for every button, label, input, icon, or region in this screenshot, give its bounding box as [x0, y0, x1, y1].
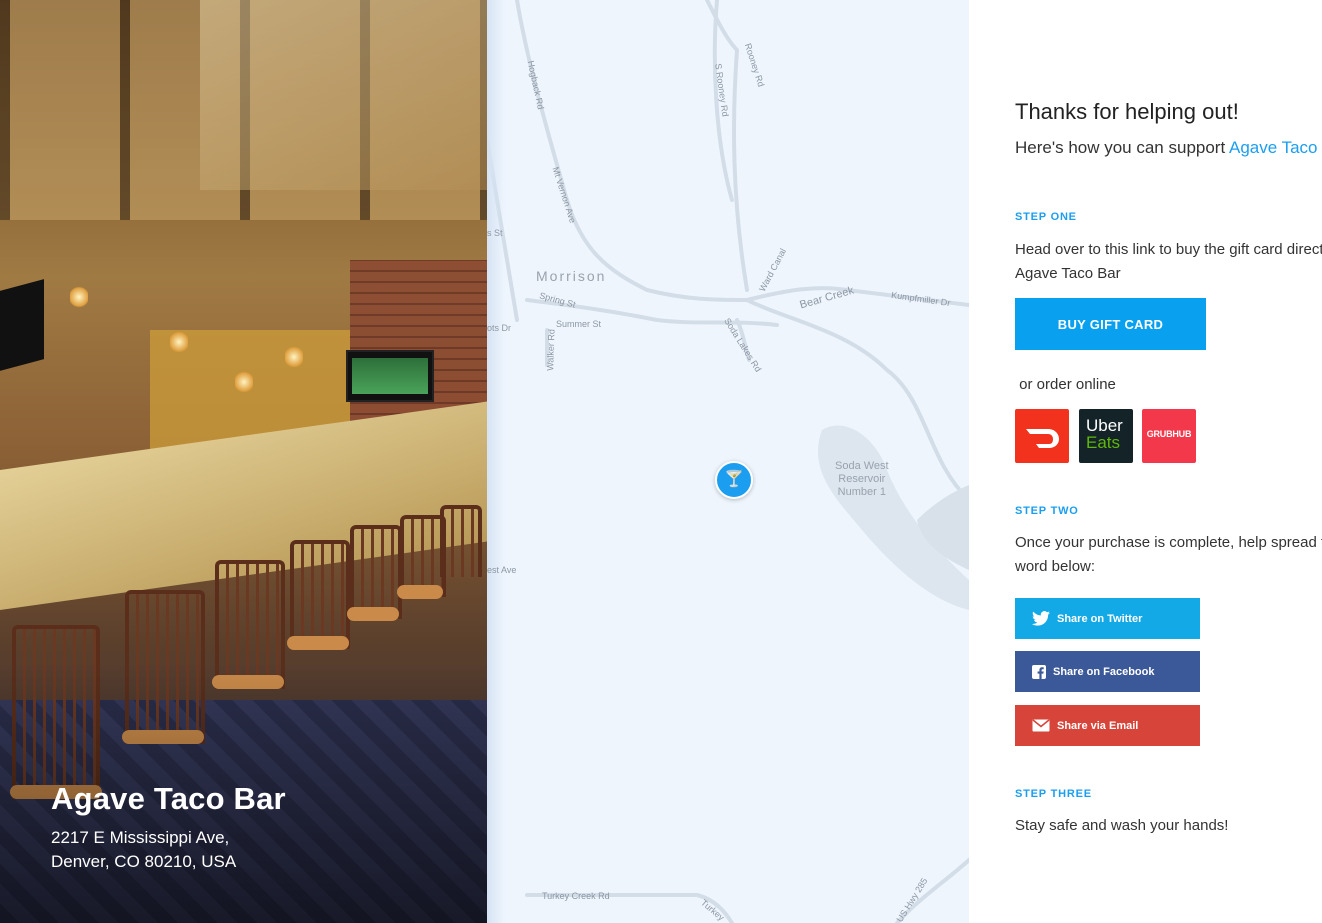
- uber-eats-line2: Eats: [1086, 433, 1121, 452]
- pendant-lamp: [170, 330, 188, 354]
- step-two-text-line1: Once your purchase is complete, help spr…: [1015, 534, 1322, 551]
- buy-gift-card-button[interactable]: BUY GIFT CARD: [1015, 298, 1206, 350]
- venue-photo: Agave Taco Bar 2217 E Mississippi Ave, D…: [0, 0, 487, 923]
- panel-subtitle: Here's how you can support Agave Taco Ba…: [1015, 138, 1322, 158]
- cocktail-glass-icon[interactable]: 🍸: [715, 461, 753, 499]
- map-road-label: ots Dr: [487, 323, 512, 333]
- map-lake-label: Soda West Reservoir Number 1: [835, 460, 889, 498]
- share-facebook-button[interactable]: Share on Facebook: [1015, 651, 1200, 692]
- venue-address-line1: 2217 E Mississippi Ave,: [51, 828, 230, 847]
- uber-eats-button[interactable]: Uber Eats: [1079, 409, 1133, 463]
- step-three-text: Stay safe and wash your hands!: [1015, 817, 1229, 834]
- map-road-label: s St: [487, 228, 503, 238]
- doordash-button[interactable]: [1015, 409, 1069, 463]
- map-town-label: Morrison: [536, 268, 607, 284]
- bar-stool: [290, 540, 350, 649]
- step-one-text: Head over to this link to buy the gift c…: [1015, 241, 1322, 258]
- facebook-icon: [1032, 664, 1046, 679]
- email-icon: [1032, 719, 1050, 732]
- bar-stool: [440, 505, 482, 577]
- step-three-heading: STEP THREE: [1015, 788, 1092, 800]
- uber-eats-line1: Uber: [1086, 416, 1123, 435]
- pendant-lamp: [70, 285, 88, 309]
- map-road-label: est Ave: [487, 565, 517, 575]
- panel-title: Thanks for helping out!: [1015, 99, 1239, 124]
- pendant-lamp: [285, 345, 303, 369]
- subtitle-prefix: Here's how you can support: [1015, 138, 1229, 157]
- step-two-text-line2: word below:: [1015, 558, 1096, 575]
- twitter-icon: [1032, 611, 1050, 626]
- step-two-heading: STEP TWO: [1015, 505, 1079, 517]
- map-road-label: Summer St: [556, 319, 602, 329]
- grubhub-logo-text: GRUBHUB: [1146, 429, 1192, 439]
- photo-beam: [200, 0, 487, 190]
- venue-name: Agave Taco Bar: [51, 781, 286, 816]
- grubhub-button[interactable]: GRUBHUB: [1142, 409, 1196, 463]
- map-road-label: Walker Rd: [545, 328, 557, 372]
- order-online-label: or order online: [1015, 376, 1116, 393]
- bar-stool-seat: [347, 607, 399, 621]
- share-email-label: Share via Email: [1057, 719, 1139, 732]
- doordash-logo-icon: [1026, 429, 1059, 448]
- step-one-heading: STEP ONE: [1015, 211, 1077, 223]
- bar-stool-seat: [397, 585, 443, 599]
- map-edge-shadow: [487, 0, 505, 923]
- venue-link[interactable]: Agave Taco Bar: [1229, 138, 1322, 157]
- share-twitter-button[interactable]: Share on Twitter: [1015, 598, 1200, 639]
- support-panel: Thanks for helping out! Here's how you c…: [969, 0, 1322, 923]
- venue-address-line2: Denver, CO 80210, USA: [51, 852, 237, 871]
- photo-tv: [346, 350, 434, 402]
- photo-tv-left: [0, 279, 44, 371]
- location-map[interactable]: Hogback Rd Mt Vernon Ave S Rooney Rd Roo…: [487, 0, 969, 923]
- share-twitter-label: Share on Twitter: [1057, 612, 1143, 625]
- pendant-lamp: [235, 370, 253, 394]
- share-email-button[interactable]: Share via Email: [1015, 705, 1200, 746]
- map-road-label: Turkey Creek Rd: [542, 891, 610, 901]
- step-one-venue-link[interactable]: Agave Taco Bar: [1015, 262, 1121, 286]
- bar-stool: [350, 525, 402, 619]
- share-facebook-label: Share on Facebook: [1053, 665, 1155, 678]
- bar-stool-seat: [287, 636, 349, 650]
